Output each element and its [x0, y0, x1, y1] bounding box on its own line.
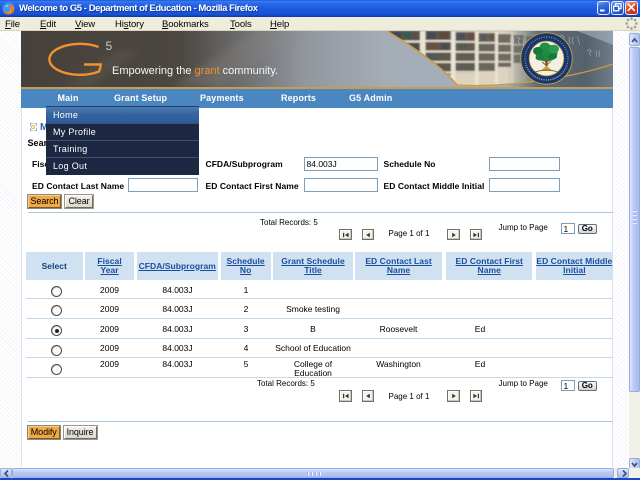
svg-text:5: 5 — [106, 39, 113, 53]
svg-text:Empowering the grant community: Empowering the grant community. — [112, 65, 278, 77]
